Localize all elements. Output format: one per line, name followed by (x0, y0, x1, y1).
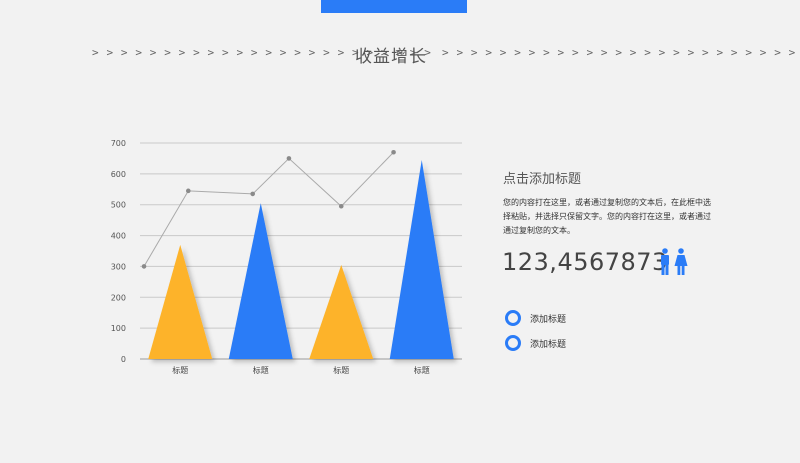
ring-bullet-icon (505, 335, 521, 351)
legend-label: 添加标题 (530, 339, 567, 350)
triangle-bar (228, 203, 293, 359)
big-number: 123,4567873 (502, 248, 668, 276)
y-tick-label: 0 (121, 355, 126, 364)
triangle-bar (309, 264, 374, 359)
panel-description[interactable]: 您的内容打在这里，或者通过复制您的文本后，在此框中选择粘贴，并选择只保留文字。您… (503, 196, 713, 238)
trend-point (286, 156, 292, 161)
trend-point (186, 188, 191, 194)
trend-point (338, 203, 344, 209)
x-tick-label: 标题 (172, 365, 188, 375)
x-tick-label: 标题 (333, 365, 349, 375)
female-person-icon (674, 248, 688, 275)
y-tick-label: 700 (111, 139, 126, 148)
y-tick-label: 500 (111, 201, 126, 210)
legend-item[interactable]: 添加标题 (505, 335, 566, 351)
trend-point (250, 191, 255, 197)
male-person-icon (661, 248, 669, 275)
y-tick-label: 300 (111, 262, 126, 271)
x-tick-label: 标题 (253, 365, 269, 375)
trend-point (141, 264, 147, 269)
y-tick-label: 600 (111, 170, 126, 179)
legend-item[interactable]: 添加标题 (505, 310, 566, 326)
ring-bullet-icon (505, 310, 521, 326)
triangle-bar (148, 244, 213, 359)
y-tick-label: 400 (111, 232, 126, 241)
y-tick-label: 100 (111, 324, 126, 333)
trend-point (391, 149, 396, 155)
x-tick-label: 标题 (414, 365, 430, 375)
panel-title[interactable]: 点击添加标题 (503, 168, 581, 187)
people-icons (661, 248, 688, 275)
y-tick-label: 200 (111, 293, 126, 302)
legend-label: 添加标题 (530, 314, 567, 325)
triangle-bar (389, 159, 454, 359)
